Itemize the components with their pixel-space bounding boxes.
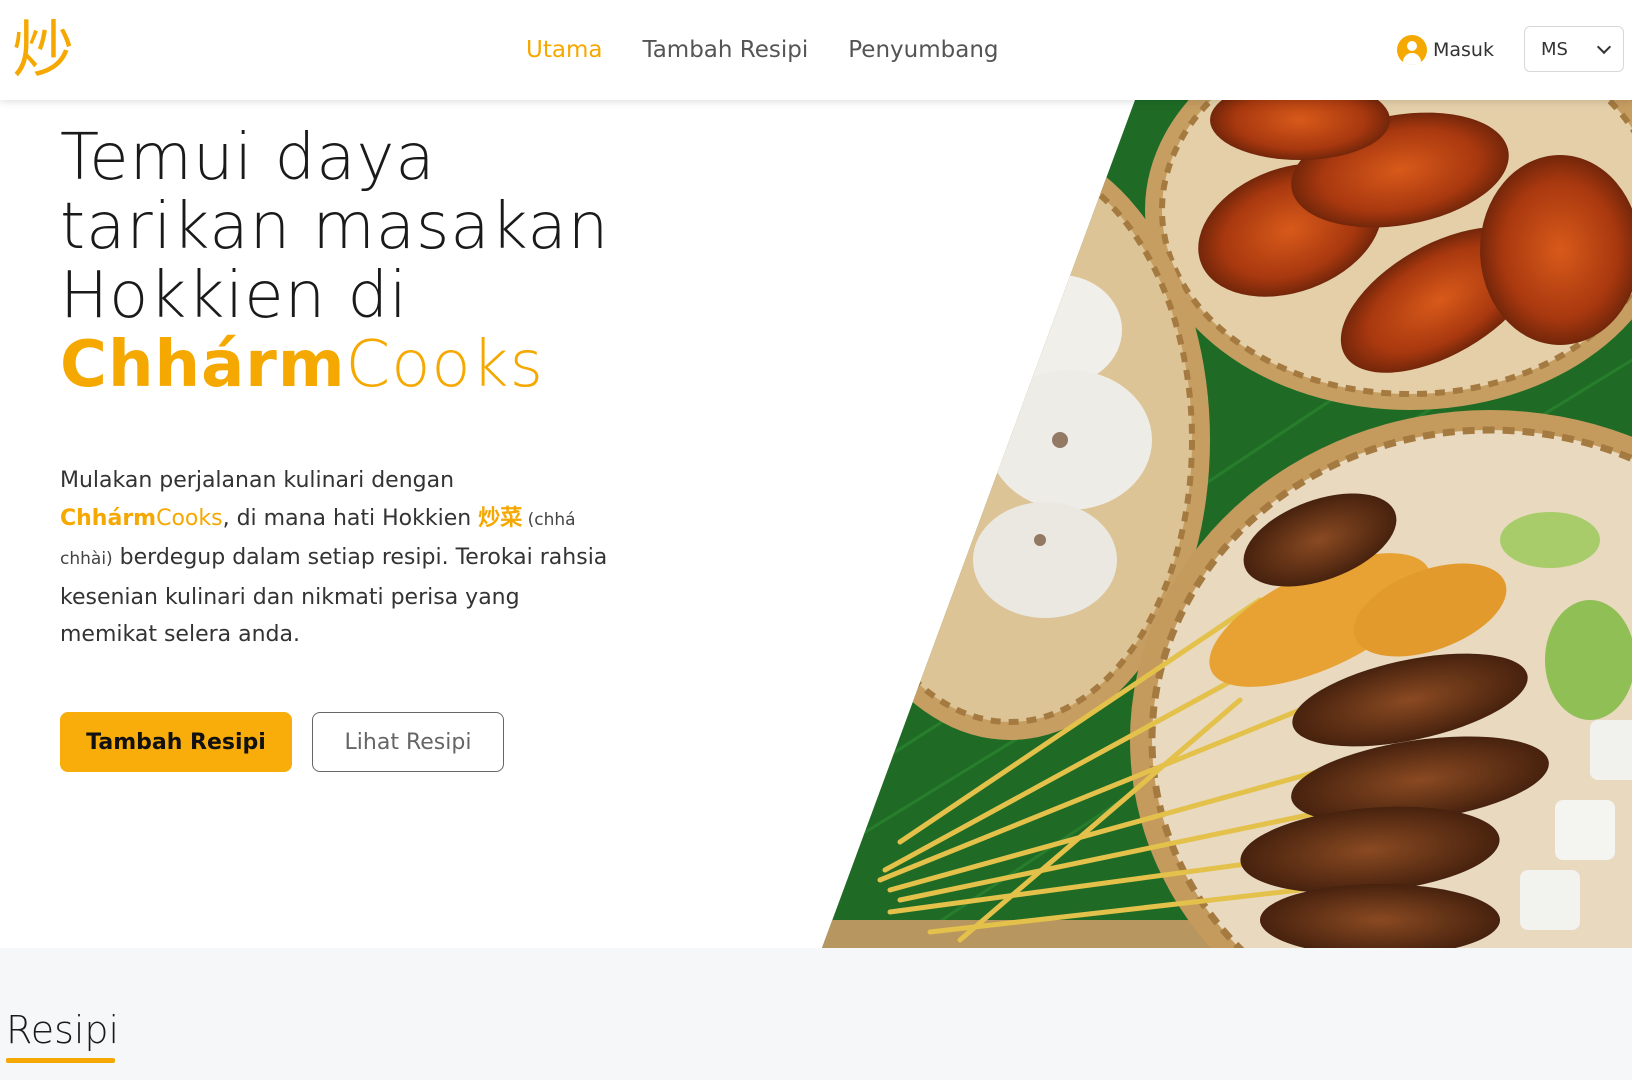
hero-heading-brand: ChhármCooks bbox=[60, 331, 660, 400]
recipes-heading: Resipi bbox=[6, 1008, 120, 1052]
nav-utama[interactable]: Utama bbox=[526, 37, 602, 63]
add-recipe-button[interactable]: Tambah Resipi bbox=[60, 712, 292, 772]
login-label: Masuk bbox=[1433, 39, 1494, 61]
main-nav: Utama Tambah Resipi Penyumbang bbox=[526, 0, 1039, 100]
user-icon bbox=[1397, 35, 1427, 65]
view-recipes-button[interactable]: Lihat Resipi bbox=[312, 712, 504, 772]
brand-logo[interactable]: 炒 bbox=[12, 8, 92, 92]
desc-brand-light: Cooks bbox=[156, 505, 223, 531]
desc-brand-bold: Chhárm bbox=[60, 505, 157, 531]
hero-description: Mulakan perjalanan kulinari dengan Chhár… bbox=[60, 462, 620, 654]
top-navbar: 炒 Utama Tambah Resipi Penyumbang Masuk M… bbox=[0, 0, 1632, 100]
chevron-down-icon bbox=[1596, 39, 1612, 55]
hero-section: Temui daya tarikan masakan Hokkien di Ch… bbox=[0, 100, 1632, 948]
hero-heading-line: Temui daya bbox=[60, 121, 436, 195]
heading-underline bbox=[6, 1058, 115, 1063]
desc-hanzi: 炒菜 bbox=[478, 505, 523, 531]
language-value: MS bbox=[1541, 38, 1568, 60]
hero-heading-line: tarikan masakan bbox=[60, 190, 610, 264]
brand-name-bold: Chhárm bbox=[60, 328, 346, 402]
recipes-section: Resipi bbox=[0, 948, 1632, 1080]
hero-heading: Temui daya tarikan masakan Hokkien di Ch… bbox=[60, 124, 660, 400]
desc-text: berdegup dalam setiap resipi. Terokai ra… bbox=[60, 545, 608, 647]
desc-text: , di mana hati Hokkien bbox=[222, 505, 479, 531]
login-button[interactable]: Masuk bbox=[1397, 32, 1494, 68]
brand-name-light: Cooks bbox=[345, 328, 544, 402]
nav-penyumbang[interactable]: Penyumbang bbox=[848, 37, 998, 63]
hero-heading-line: Hokkien di bbox=[60, 259, 408, 333]
language-select[interactable]: MS bbox=[1524, 26, 1624, 72]
nav-tambah-resipi[interactable]: Tambah Resipi bbox=[642, 37, 808, 63]
desc-text: Mulakan perjalanan kulinari dengan bbox=[60, 468, 455, 493]
